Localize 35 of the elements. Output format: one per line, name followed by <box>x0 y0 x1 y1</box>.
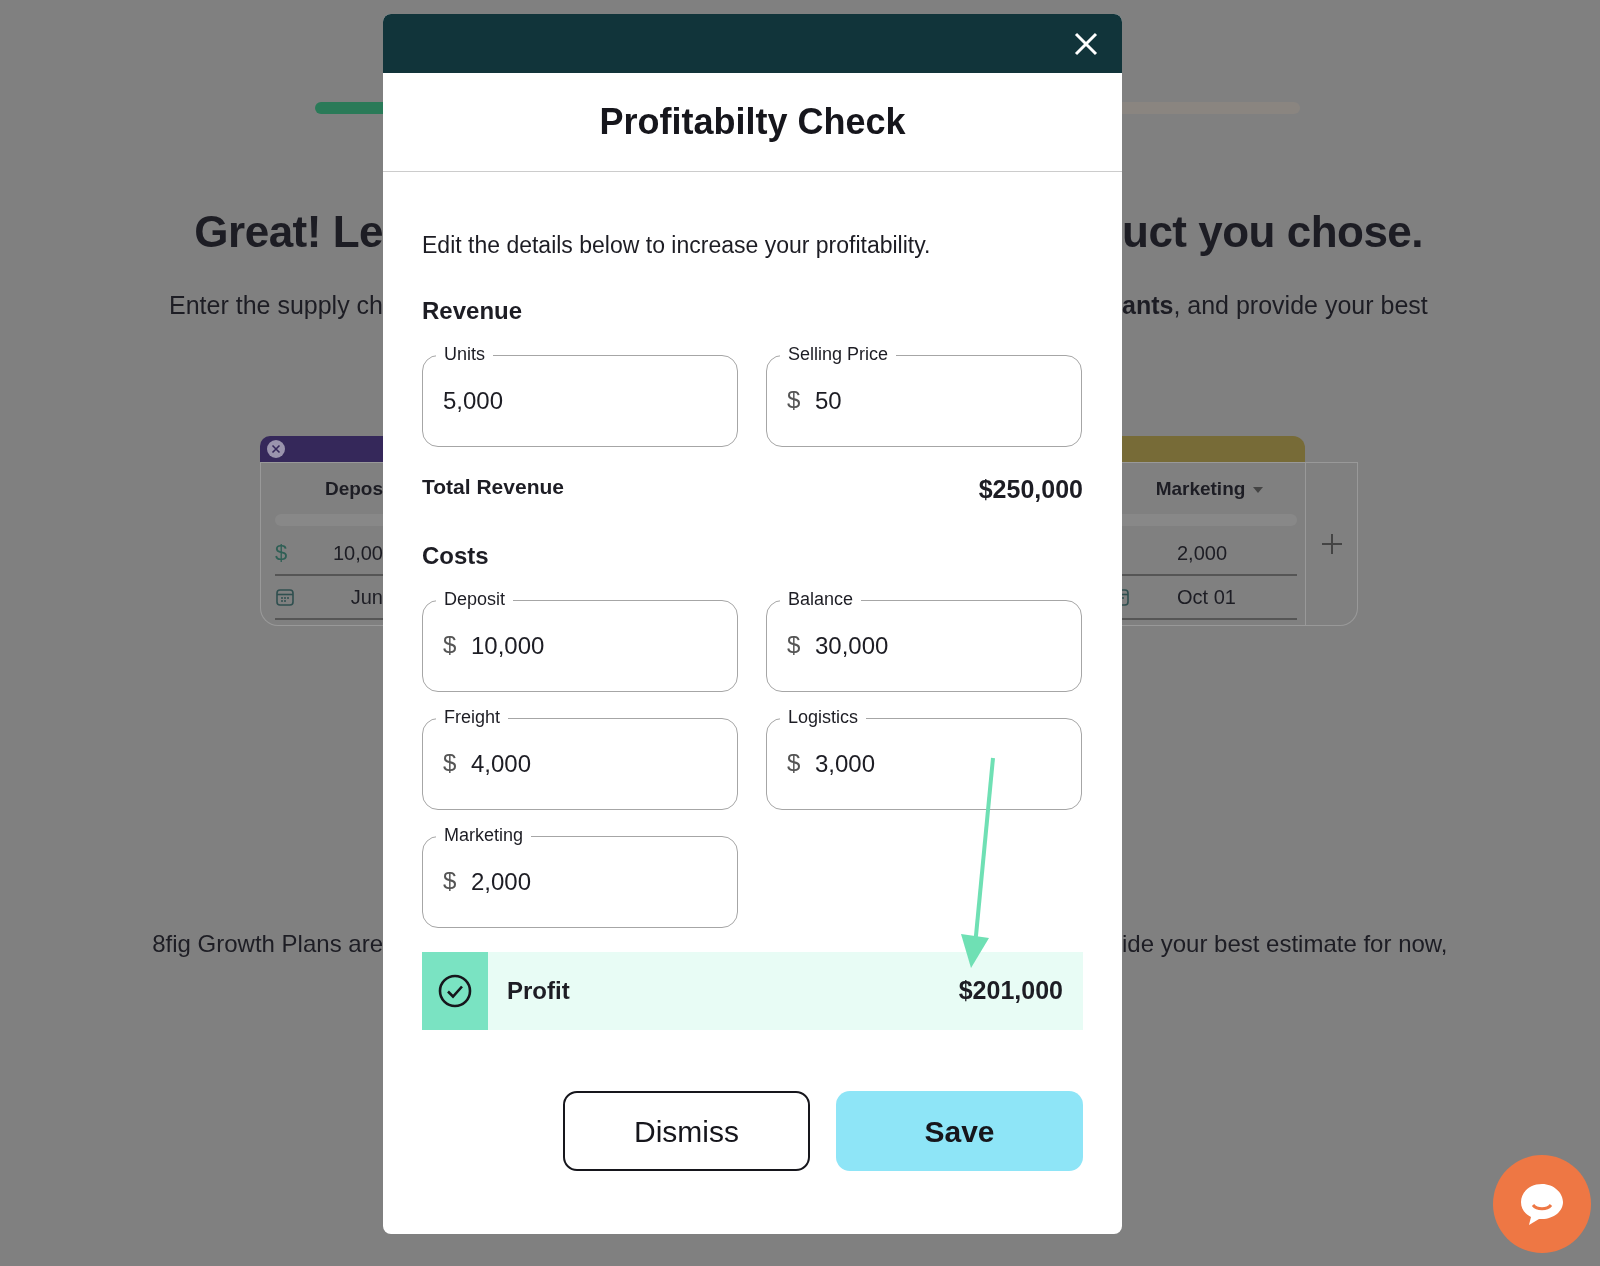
date-value: Oct 01 <box>1177 584 1236 610</box>
page-heading: uct you chose. <box>1122 206 1424 258</box>
column-header[interactable]: Marketing <box>1122 475 1297 504</box>
add-icon[interactable] <box>1320 533 1343 556</box>
modal-title: Profitabilty Check <box>383 73 1122 172</box>
currency-symbol: $ <box>443 631 457 659</box>
dismiss-button[interactable]: Dismiss <box>563 1091 810 1171</box>
page-subtitle: Enter the supply ch <box>169 289 383 321</box>
section-heading: Costs <box>422 541 490 571</box>
body-text: 8fig Growth Plans are <box>152 929 383 960</box>
total-label: Total Revenue <box>422 473 564 500</box>
calendar-icon[interactable] <box>275 586 295 607</box>
currency-symbol: $ <box>787 385 801 414</box>
currency-symbol: $ <box>275 539 288 568</box>
progress-segment <box>315 102 383 114</box>
currency-symbol: $ <box>443 867 457 895</box>
currency-symbol: $ <box>787 631 801 659</box>
chat-icon <box>1518 1182 1566 1226</box>
amount-value: 10,00 <box>332 540 383 566</box>
check-icon <box>422 952 488 1030</box>
column-header: Depos <box>323 477 383 502</box>
page-heading: Great! Le <box>194 206 383 258</box>
close-icon[interactable] <box>266 439 286 460</box>
page-subtitle: ants, and provide your best <box>1122 289 1428 321</box>
body-text: ide your best estimate for now, <box>1122 929 1448 960</box>
intro-text: Edit the details below to increase your profitability. <box>422 231 932 260</box>
date-value: Jun <box>350 584 383 610</box>
profit-value: $201,000 <box>958 975 1063 1007</box>
currency-symbol: $ <box>787 749 801 777</box>
amount-value: 2,000 <box>1177 540 1228 566</box>
total-value: $250,000 <box>978 473 1083 505</box>
currency-symbol: $ <box>443 749 457 777</box>
save-button[interactable]: Save <box>836 1091 1083 1171</box>
profit-label: Profit <box>507 976 570 1006</box>
section-heading: Revenue <box>422 295 524 326</box>
